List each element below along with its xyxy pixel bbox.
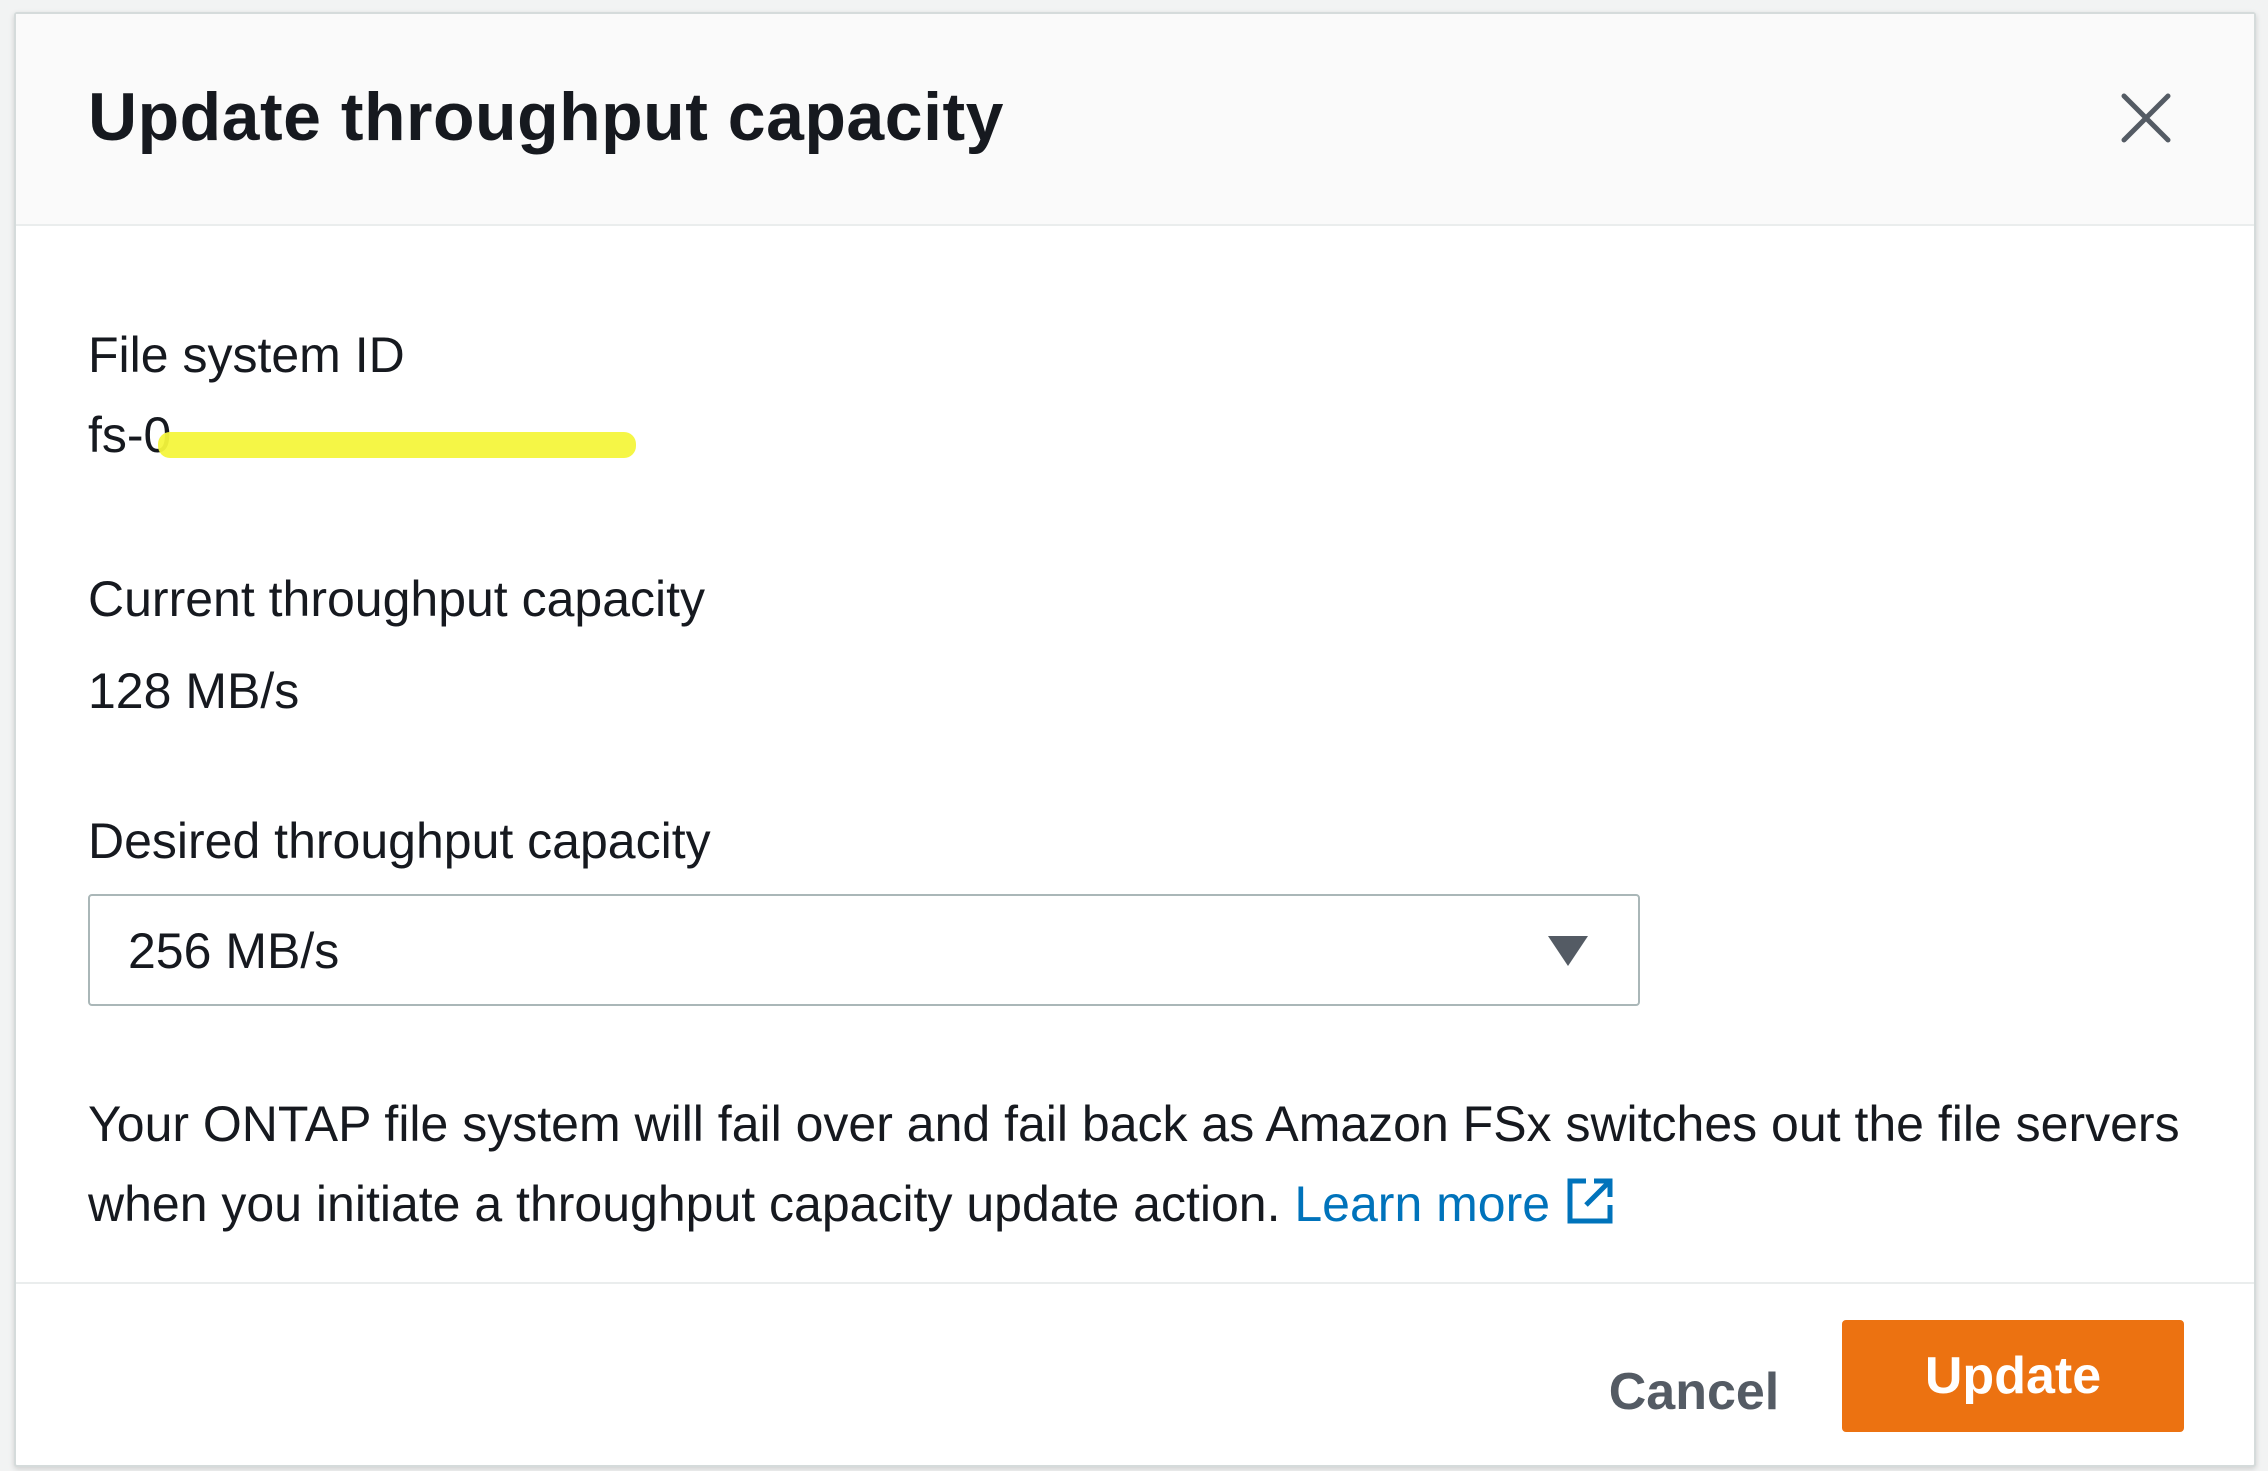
caret-down-icon	[1548, 936, 1588, 966]
learn-more-link[interactable]: Learn more	[1294, 1176, 1616, 1232]
redaction-highlight	[158, 432, 636, 458]
learn-more-label: Learn more	[1294, 1176, 1551, 1232]
close-button[interactable]	[2110, 82, 2182, 154]
update-button[interactable]: Update	[1842, 1320, 2184, 1432]
dialog-header: Update throughput capacity	[16, 14, 2254, 226]
failover-notice-text: Your ONTAP file system will fail over an…	[88, 1096, 2180, 1232]
desired-throughput-selected: 256 MB/s	[128, 923, 340, 979]
update-throughput-dialog: Update throughput capacity File system I…	[14, 12, 2256, 1467]
dialog-title: Update throughput capacity	[88, 79, 1004, 155]
current-throughput-value: 128 MB/s	[88, 663, 300, 719]
close-icon	[2121, 93, 2171, 143]
desired-throughput-select[interactable]: 256 MB/s	[88, 894, 1640, 1006]
current-throughput-label: Current throughput capacity	[88, 571, 706, 627]
external-link-icon	[1567, 1178, 1613, 1224]
file-system-id-label: File system ID	[88, 327, 405, 383]
cancel-button[interactable]: Cancel	[1584, 1342, 1804, 1442]
failover-notice: Your ONTAP file system will fail over an…	[88, 1084, 2188, 1244]
file-system-id-value-wrap: fs-0	[88, 406, 636, 476]
desired-throughput-label: Desired throughput capacity	[88, 813, 711, 869]
file-system-id-value: fs-0	[88, 407, 172, 463]
footer-divider	[16, 1282, 2254, 1284]
